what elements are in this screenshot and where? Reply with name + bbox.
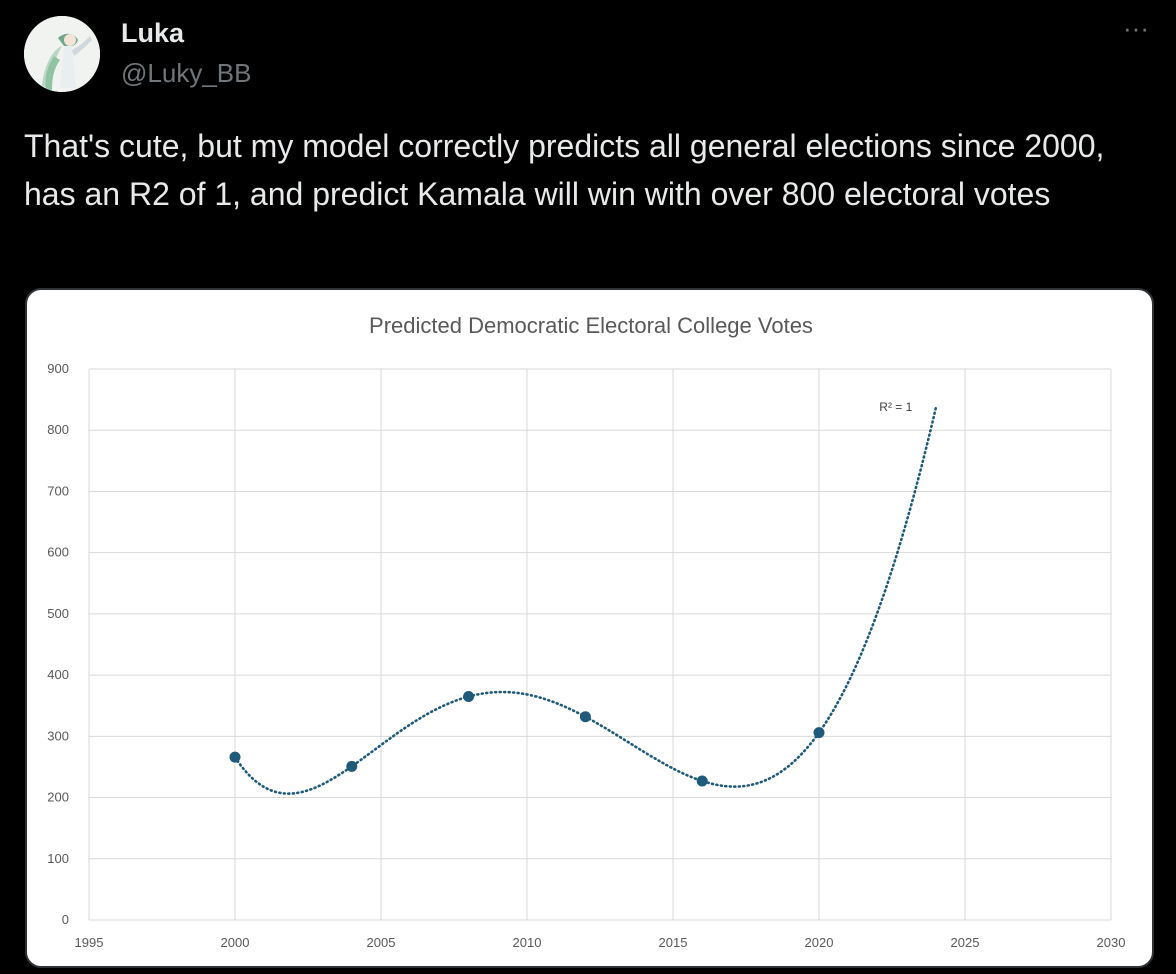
x-tick-label: 1995: [75, 935, 104, 950]
data-point: [463, 691, 475, 703]
avatar-illustration: [24, 16, 100, 92]
x-tick-label: 2030: [1097, 935, 1126, 950]
y-tick-label: 500: [47, 606, 69, 621]
author-name[interactable]: Luka: [121, 18, 184, 48]
x-tick-label: 2015: [659, 935, 688, 950]
y-tick-label: 700: [47, 483, 69, 498]
data-point: [346, 760, 358, 772]
tweet-text: That's cute, but my model correctly pred…: [24, 128, 1105, 212]
more-options-button[interactable]: ···: [1118, 15, 1154, 46]
data-point: [579, 711, 591, 723]
y-tick-label: 100: [47, 851, 69, 866]
trendline: [233, 406, 938, 795]
x-tick-label: 2005: [367, 935, 396, 950]
more-horizontal-icon: ···: [1123, 13, 1149, 43]
x-tick-label: 2010: [513, 935, 542, 950]
x-tick-label: 2000: [221, 935, 250, 950]
avatar[interactable]: [24, 16, 100, 92]
y-tick-label: 600: [47, 545, 69, 560]
tweet-media-image[interactable]: Predicted Democratic Electoral College V…: [25, 288, 1154, 968]
y-tick-label: 900: [47, 361, 69, 376]
chart-title: Predicted Democratic Electoral College V…: [369, 313, 813, 338]
data-point: [229, 751, 241, 763]
y-tick-label: 200: [47, 790, 69, 805]
y-tick-label: 0: [62, 912, 69, 927]
y-tick-label: 800: [47, 422, 69, 437]
chart: Predicted Democratic Electoral College V…: [47, 313, 1126, 950]
y-tick-label: 400: [47, 667, 69, 682]
data-point: [696, 775, 708, 787]
x-tick-label: 2020: [805, 935, 834, 950]
x-tick-label: 2025: [951, 935, 980, 950]
author-handle[interactable]: @Luky_BB: [121, 58, 251, 88]
y-tick-label: 300: [47, 728, 69, 743]
trendline-annotation: R² = 1: [879, 400, 912, 414]
data-point: [813, 727, 825, 739]
